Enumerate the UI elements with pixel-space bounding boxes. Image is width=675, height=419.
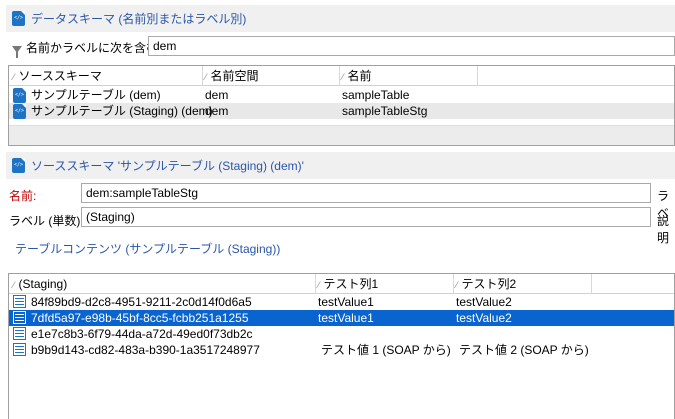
schema-row[interactable]: サンプルテーブル (dem) dem sampleTable xyxy=(9,87,674,103)
schema-row-label: サンプルテーブル (Staging) (dem) xyxy=(31,104,213,118)
name-label: 名前: xyxy=(9,189,37,203)
schema-row-name: sampleTableStg xyxy=(342,104,428,118)
schema-row-namespace: dem xyxy=(205,104,229,118)
record-id: 84f89bd9-d2c8-4951-9211-2c0d14f0d6a5 xyxy=(31,295,252,309)
sort-icon: ⁄ xyxy=(13,72,15,82)
record-test-col2: テスト値 2 (SOAP から) xyxy=(459,343,589,357)
horizontal-scrollbar[interactable] xyxy=(9,125,674,145)
schema-row-namespace: dem xyxy=(205,88,229,102)
label-field[interactable]: (Staging) xyxy=(81,207,651,227)
column-header-source-schema[interactable]: ⁄ ソーススキーマ xyxy=(13,66,203,86)
record-id: b9b9d143-cd82-483a-b390-1a3517248977 xyxy=(31,343,260,357)
filter-label: 名前かラベルに次を含む: xyxy=(26,41,162,55)
filter-input[interactable]: dem xyxy=(148,36,675,56)
schema-icon xyxy=(13,104,26,119)
description-side-text: 説明 xyxy=(657,214,670,245)
column-header-test-col2[interactable]: ⁄ テスト列2 xyxy=(456,274,592,294)
sort-icon: ⁄ xyxy=(13,280,15,290)
sort-icon: ⁄ xyxy=(205,72,207,82)
record-icon xyxy=(13,327,26,340)
schema-icon xyxy=(12,11,25,26)
column-header-test-col1[interactable]: ⁄ テスト列1 xyxy=(318,274,454,294)
table-row-selected[interactable]: 7dfd5a97-e98b-45bf-8cc5-fcbb251a1255 tes… xyxy=(9,310,674,326)
data-schema-header: データスキーマ (名前別またはラベル別) xyxy=(6,5,675,32)
record-icon xyxy=(13,311,26,324)
table-row[interactable]: 84f89bd9-d2c8-4951-9211-2c0d14f0d6a5 tes… xyxy=(9,294,674,310)
column-header-namespace[interactable]: ⁄ 名前空間 xyxy=(205,66,340,86)
source-schema-header: ソーススキーマ 'サンプルテーブル (Staging) (dem)' xyxy=(6,152,675,179)
record-test-col1: testValue1 xyxy=(318,295,374,309)
schema-icon xyxy=(12,158,25,173)
column-header-name[interactable]: ⁄ 名前 xyxy=(342,66,478,86)
table-content-title: テーブルコンテンツ (サンプルテーブル (Staging)) xyxy=(15,242,281,256)
column-header-staging[interactable]: ⁄ (Staging) xyxy=(13,274,316,294)
table-row[interactable]: b9b9d143-cd82-483a-b390-1a3517248977 テスト… xyxy=(9,342,674,358)
record-test-col2: testValue2 xyxy=(456,295,512,309)
sort-icon: ⁄ xyxy=(456,280,458,290)
record-test-col1: testValue1 xyxy=(318,311,374,325)
sort-icon: ⁄ xyxy=(318,280,320,290)
schema-row[interactable]: サンプルテーブル (Staging) (dem) dem sampleTable… xyxy=(9,103,674,119)
record-test-col2: testValue2 xyxy=(456,311,512,325)
table-content-list[interactable]: ⁄ (Staging) ⁄ テスト列1 ⁄ テスト列2 84f89bd9-d2c8-4… xyxy=(8,273,675,419)
label-singular-label: ラベル (単数): xyxy=(9,214,84,228)
record-test-col1: テスト値 1 (SOAP から) xyxy=(321,343,451,357)
source-schema-title: ソーススキーマ 'サンプルテーブル (Staging) (dem)' xyxy=(31,159,304,173)
schema-row-name: sampleTable xyxy=(342,88,410,102)
filter-icon xyxy=(12,46,22,58)
record-icon xyxy=(13,295,26,308)
source-schema-list[interactable]: ⁄ソーススキーマ ⁄名前空間 ⁄名前 サンプルテーブル (dem) dem sa… xyxy=(8,65,675,146)
table-row[interactable]: e1e7c8b3-6f79-44da-a72d-49ed0f73db2c xyxy=(9,326,674,342)
record-icon xyxy=(13,343,26,356)
source-schema-list-header: ⁄ ソーススキーマ ⁄ 名前空間 ⁄ 名前 xyxy=(9,66,674,86)
schema-row-label: サンプルテーブル (dem) xyxy=(31,88,161,102)
sort-icon: ⁄ xyxy=(342,72,344,82)
name-field[interactable]: dem:sampleTableStg xyxy=(81,183,651,203)
table-content-header: ⁄ (Staging) ⁄ テスト列1 ⁄ テスト列2 xyxy=(9,274,674,294)
schema-icon xyxy=(13,88,26,103)
data-schema-title: データスキーマ (名前別またはラベル別) xyxy=(31,12,247,26)
record-id: 7dfd5a97-e98b-45bf-8cc5-fcbb251a1255 xyxy=(31,311,249,325)
record-id: e1e7c8b3-6f79-44da-a72d-49ed0f73db2c xyxy=(31,327,253,341)
